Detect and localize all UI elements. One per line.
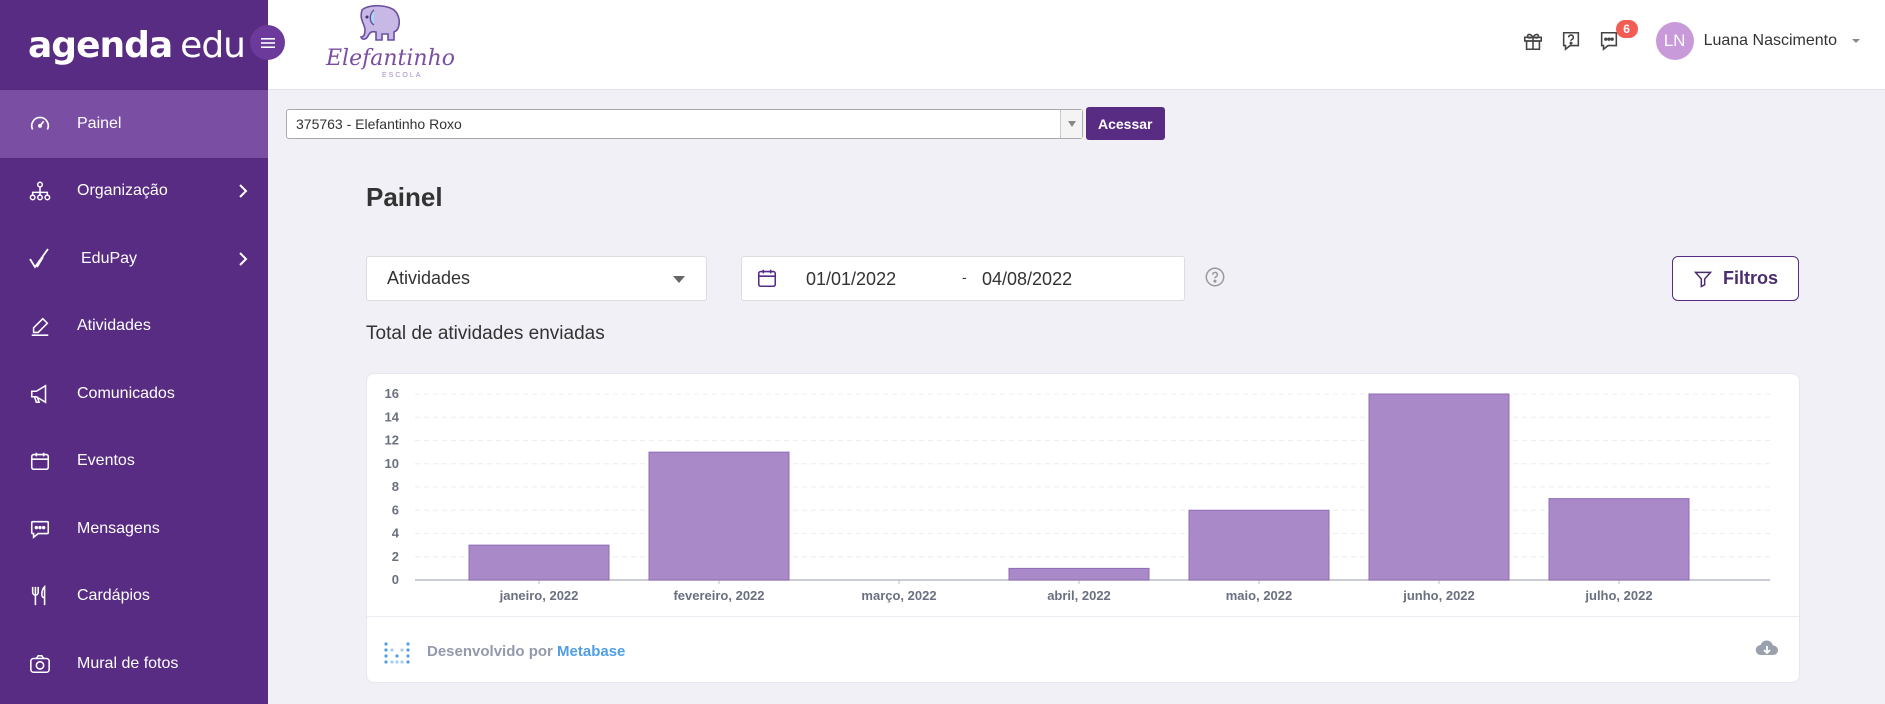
- bar: [1368, 393, 1510, 581]
- avatar[interactable]: LN: [1655, 22, 1694, 60]
- bar: [1548, 498, 1690, 581]
- gift-icon: [1523, 33, 1542, 51]
- sidebar-item-label: Comunicados: [77, 384, 175, 402]
- account-select-value: 375763 - Elefantinho Roxo: [296, 116, 462, 132]
- date-range-picker[interactable]: 01/01/2022 - 04/08/2022: [741, 256, 1185, 301]
- y-tick-label: 0: [392, 572, 399, 587]
- date-separator: -: [962, 269, 967, 285]
- metabase-logo-icon: [384, 642, 410, 664]
- page-title: Painel: [366, 182, 443, 212]
- help-button[interactable]: [1558, 28, 1584, 54]
- camera-icon: [28, 652, 52, 676]
- elephant-icon: [359, 4, 400, 41]
- filter-funnel-icon: [1693, 271, 1713, 288]
- school-logo-text: Elefantinho: [326, 46, 456, 71]
- sidebar-item-label: Mural de fotos: [77, 654, 179, 672]
- sidebar-item-painel[interactable]: Painel: [0, 90, 268, 158]
- chevron-right-icon: [239, 184, 248, 198]
- bar: [648, 451, 790, 581]
- report-type-select[interactable]: Atividades: [366, 256, 707, 301]
- y-tick-label: 12: [385, 433, 399, 448]
- sidebar: agenda edu Painel Organização EduPay Ativ…: [0, 0, 285, 704]
- bar: [468, 544, 610, 581]
- user-name[interactable]: Luana Nascimento: [1704, 32, 1837, 50]
- y-tick-label: 14: [385, 409, 400, 424]
- caret-down-icon: [673, 276, 685, 283]
- sidebar-item-label: Painel: [77, 114, 122, 132]
- y-tick-label: 10: [385, 456, 399, 471]
- brand-wordmark: agenda edu: [28, 24, 246, 66]
- metabase-credit: Desenvolvido por Metabase: [427, 643, 626, 660]
- sidebar-item-organizacao[interactable]: Organização: [0, 158, 268, 226]
- account-select[interactable]: 375763 - Elefantinho Roxo: [286, 109, 1083, 139]
- x-tick-label: janeiro, 2022: [499, 588, 579, 603]
- chart-heading: Total de atividades enviadas: [366, 323, 605, 344]
- bar: [1188, 509, 1330, 581]
- megaphone-icon: [28, 382, 52, 406]
- org-chart-icon: [28, 179, 52, 203]
- gift-button[interactable]: [1520, 28, 1546, 54]
- sidebar-item-label: Cardápios: [77, 587, 150, 605]
- sidebar-item-label: Eventos: [77, 452, 135, 470]
- x-tick-label: junho, 2022: [1402, 588, 1475, 603]
- help-chat-icon: [1562, 31, 1579, 51]
- y-tick-label: 6: [392, 502, 399, 517]
- bar: [1008, 567, 1150, 581]
- filters-button[interactable]: Filtros: [1672, 256, 1799, 301]
- speedometer-icon: [28, 112, 52, 136]
- date-from-input[interactable]: 01/01/2022: [806, 269, 896, 290]
- chart-footer: Desenvolvido por Metabase: [367, 616, 1799, 682]
- brand-logo: agenda edu: [0, 0, 285, 90]
- chat-bubble-icon: [28, 517, 52, 541]
- select-arrow-icon[interactable]: [1060, 110, 1082, 138]
- acessar-button[interactable]: Acessar: [1086, 107, 1165, 140]
- y-tick-label: 2: [392, 549, 399, 564]
- notification-badge: 6: [1615, 20, 1638, 38]
- sidebar-item-comunicados[interactable]: Comunicados: [0, 360, 268, 428]
- report-type-value: Atividades: [387, 268, 471, 288]
- pencil-icon: [28, 314, 52, 338]
- top-bar: Elefantinho ESCOLA 6 LN Luana Nascimento: [268, 0, 1885, 90]
- filters-button-label: Filtros: [1722, 268, 1778, 288]
- school-logo[interactable]: Elefantinho ESCOLA: [326, 4, 455, 84]
- hamburger-icon: [260, 37, 275, 48]
- sidebar-item-label: EduPay: [81, 249, 138, 267]
- sidebar-item-label: Atividades: [77, 317, 151, 335]
- bar-chart: 0 2 4 6 8 10 12 14 16 janeiro, 2022 fevereiro, 202…: [385, 386, 1770, 603]
- sidebar-item-edupay[interactable]: EduPay: [0, 225, 268, 293]
- top-actions: 6 LN Luana Nascimento: [1520, 0, 1861, 82]
- sidebar-item-label: Mensagens: [77, 519, 160, 537]
- chevron-right-icon: [239, 252, 248, 266]
- x-tick-label: maio, 2022: [1226, 588, 1293, 603]
- edupay-check-icon: [28, 247, 52, 271]
- messages-button[interactable]: 6: [1596, 20, 1638, 54]
- sidebar-item-mensagens[interactable]: Mensagens: [0, 495, 268, 563]
- x-tick-label: julho, 2022: [1584, 588, 1652, 603]
- school-logo-subtext: ESCOLA: [382, 72, 423, 79]
- x-tick-label: fevereiro, 2022: [673, 588, 764, 603]
- account-selector-row: 375763 - Elefantinho Roxo Acessar: [286, 107, 1165, 140]
- sidebar-item-label: Organização: [77, 182, 168, 200]
- menu-toggle-button[interactable]: [250, 25, 285, 60]
- x-tick-label: abril, 2022: [1047, 588, 1111, 603]
- y-tick-label: 4: [392, 526, 400, 541]
- chart-card: 0 2 4 6 8 10 12 14 16 janeiro, 2022 fevereiro, 202…: [366, 373, 1800, 683]
- cutlery-icon: [28, 584, 52, 608]
- help-circle-icon[interactable]: [1204, 266, 1226, 288]
- calendar-icon: [757, 269, 777, 288]
- y-tick-label: 8: [392, 479, 399, 494]
- sidebar-item-atividades[interactable]: Atividades: [0, 293, 268, 361]
- cloud-download-icon[interactable]: [1755, 639, 1779, 659]
- date-to-input[interactable]: 04/08/2022: [982, 269, 1072, 290]
- sidebar-item-mural-de-fotos[interactable]: Mural de fotos: [0, 630, 268, 698]
- caret-down-icon[interactable]: [1851, 36, 1861, 46]
- calendar-icon: [28, 449, 52, 473]
- metabase-link[interactable]: Metabase: [557, 643, 625, 660]
- sidebar-item-eventos[interactable]: Eventos: [0, 428, 268, 496]
- y-tick-label: 16: [385, 386, 399, 401]
- sidebar-item-cardapios[interactable]: Cardápios: [0, 563, 268, 631]
- x-tick-label: março, 2022: [861, 588, 936, 603]
